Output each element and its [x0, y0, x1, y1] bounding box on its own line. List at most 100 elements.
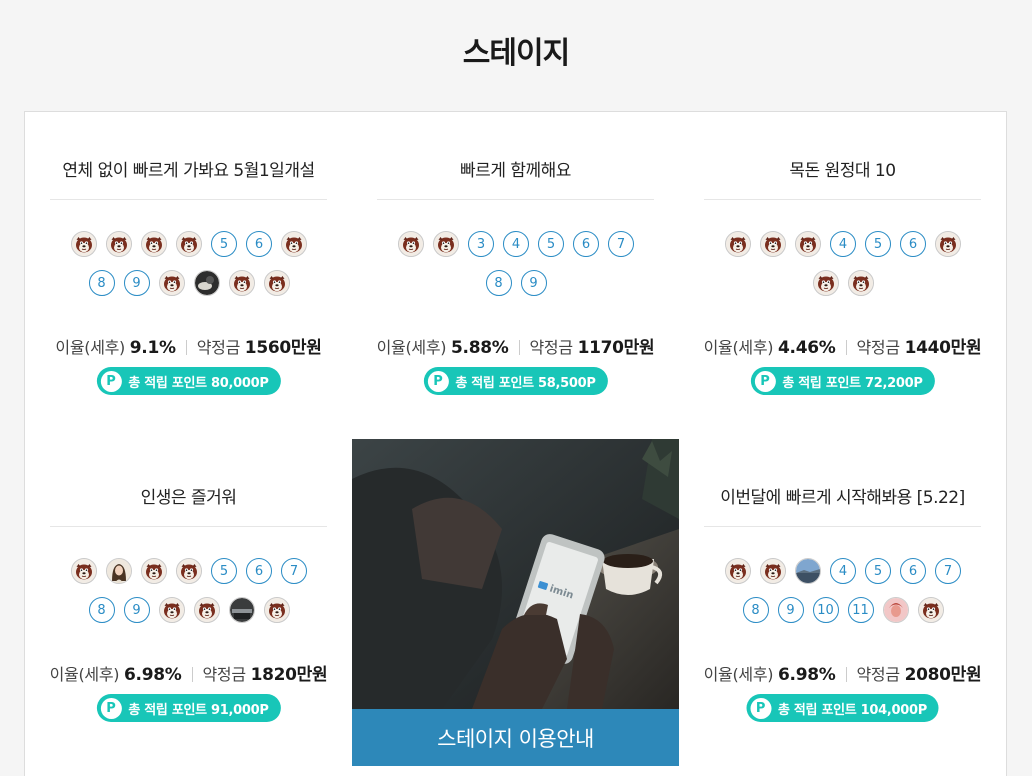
member-avatar-icon	[176, 558, 202, 584]
open-slot-number: 5	[211, 558, 237, 584]
member-avatar-icon	[812, 270, 839, 296]
points-pill: P 총 적립 포인트 104,000P	[746, 694, 939, 722]
slot-list: 4 5 6 7 8 9 10 11	[723, 558, 963, 623]
point-icon: P	[754, 370, 776, 392]
member-avatar-icon	[141, 231, 167, 257]
open-slot-number: 9	[520, 270, 547, 296]
stage-title: 인생은 즐거워	[140, 488, 237, 508]
rate-info: 이율(세후) 4.46% 약정금 1440만원	[679, 333, 1006, 358]
member-avatar-icon	[263, 270, 290, 296]
rate-info: 이율(세후) 6.98% 약정금 2080만원	[679, 660, 1006, 685]
member-avatar-icon	[71, 558, 97, 584]
slot-list: 56 89	[69, 231, 309, 296]
member-avatar-icon	[917, 597, 944, 623]
points-pill: P 총 적립 포인트 80,000P	[96, 367, 281, 395]
rate-value: 5.88%	[451, 338, 509, 358]
slot-list: 34567 89	[396, 231, 636, 296]
member-avatar-icon	[281, 231, 307, 257]
open-slot-number: 8	[88, 597, 115, 623]
separator	[185, 340, 187, 355]
stage-card[interactable]: 인생은 즐거워 567 89 이율(세후) 6.98% 약정금 1820만원 P 총…	[25, 439, 353, 767]
open-slot-number: 11	[847, 597, 874, 623]
point-icon: P	[100, 370, 122, 392]
open-slot-number: 5	[538, 231, 564, 257]
member-avatar-icon	[847, 270, 874, 296]
member-avatar-icon	[795, 231, 821, 257]
guide-banner[interactable]: 스테이지 이용안내	[352, 709, 679, 766]
member-photo	[882, 597, 909, 623]
member-avatar-icon	[158, 597, 185, 623]
member-avatar-icon	[71, 231, 97, 257]
member-photo	[228, 597, 255, 623]
rate-value: 6.98%	[778, 665, 836, 685]
member-avatar-icon	[263, 597, 290, 623]
rate-value: 4.46%	[778, 338, 836, 358]
points-text: 총 적립 포인트 104,000P	[778, 702, 927, 718]
member-avatar-icon	[433, 231, 459, 257]
member-avatar-icon	[398, 231, 424, 257]
open-slot-number: 8	[485, 270, 512, 296]
open-slot-number: 6	[900, 231, 926, 257]
rate-label: 이율(세후)	[49, 665, 120, 684]
deposit-value: 1440만원	[904, 338, 982, 358]
member-avatar-icon	[228, 270, 255, 296]
divider	[50, 199, 327, 200]
member-photo	[795, 558, 821, 584]
member-photo	[106, 558, 132, 584]
open-slot-number: 8	[742, 597, 769, 623]
open-slot-number: 5	[865, 231, 891, 257]
point-icon: P	[427, 370, 449, 392]
open-slot-number: 6	[900, 558, 926, 584]
member-avatar-icon	[725, 558, 751, 584]
open-slot-number: 4	[503, 231, 529, 257]
stage-card-partial	[679, 766, 1007, 776]
member-avatar-icon	[725, 231, 751, 257]
deposit-value: 2080만원	[904, 665, 982, 685]
deposit-value: 1170만원	[577, 338, 655, 358]
open-slot-number: 7	[935, 558, 961, 584]
deposit-label: 약정금	[529, 338, 574, 357]
stage-card[interactable]: 빠르게 함께해요 3456789 이율(세후) 5.88% 약정금 1170만원 …	[352, 112, 680, 440]
member-avatar-icon	[193, 597, 220, 623]
stage-grid: 연체 없이 빠르게 가봐요 5월1일개설 5689 이율(세후) 9.1% 약정금…	[24, 111, 1007, 776]
open-slot-number: 9	[777, 597, 804, 623]
stage-card-partial	[352, 766, 680, 776]
open-slot-number: 3	[468, 231, 494, 257]
deposit-label: 약정금	[856, 665, 901, 684]
stage-title: 목돈 원정대 10	[789, 161, 896, 181]
points-pill: P 총 적립 포인트 72,200P	[750, 367, 935, 395]
rate-value: 6.98%	[124, 665, 182, 685]
open-slot-number: 9	[123, 597, 150, 623]
open-slot-number: 7	[608, 231, 634, 257]
guide-card[interactable]: imin 스테이지 이용안내	[352, 439, 679, 766]
open-slot-number: 6	[246, 231, 272, 257]
stage-title: 이번달에 빠르게 시작해봐용 [5.22]	[720, 488, 965, 508]
separator	[191, 667, 193, 682]
deposit-label: 약정금	[856, 338, 901, 357]
points-text: 총 적립 포인트 58,500P	[455, 375, 596, 391]
point-icon: P	[100, 697, 122, 719]
divider	[50, 526, 327, 527]
separator	[518, 340, 520, 355]
stage-card[interactable]: 이번달에 빠르게 시작해봐용 [5.22] 4 5 6 7 8 9 10 11 이율(세후) …	[679, 439, 1007, 767]
open-slot-number: 10	[812, 597, 839, 623]
member-avatar-icon	[935, 231, 961, 257]
open-slot-number: 9	[123, 270, 150, 296]
member-photo	[193, 270, 220, 296]
deposit-label: 약정금	[196, 338, 241, 357]
slot-list: 456	[723, 231, 963, 296]
rate-label: 이율(세후)	[703, 665, 774, 684]
member-avatar-icon	[106, 231, 132, 257]
deposit-value: 1820만원	[250, 665, 328, 685]
separator	[845, 340, 847, 355]
rate-info: 이율(세후) 5.88% 약정금 1170만원	[352, 333, 679, 358]
member-avatar-icon	[141, 558, 167, 584]
rate-value: 9.1%	[129, 338, 176, 358]
stage-card[interactable]: 목돈 원정대 10 456 이율(세후) 4.46% 약정금 1440만원 P 총…	[679, 112, 1007, 440]
rate-label: 이율(세후)	[376, 338, 447, 357]
member-avatar-icon	[760, 558, 786, 584]
points-text: 총 적립 포인트 72,200P	[782, 375, 923, 391]
rate-label: 이율(세후)	[55, 338, 125, 357]
stage-card-partial	[25, 766, 353, 776]
stage-card[interactable]: 연체 없이 빠르게 가봐요 5월1일개설 56 89 이율(세후) 9.1% 약정금…	[25, 112, 353, 440]
